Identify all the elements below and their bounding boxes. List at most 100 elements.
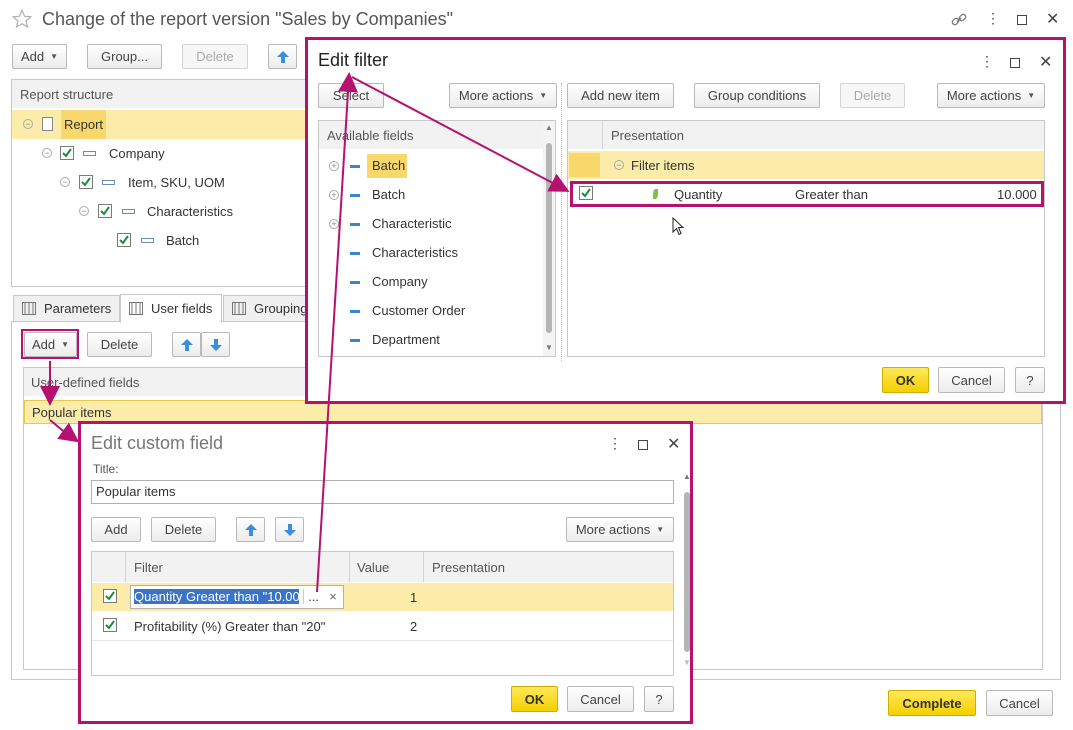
- tab-parameters[interactable]: Parameters: [13, 295, 120, 322]
- value-column-header: Value: [357, 560, 390, 575]
- custom-delete-button[interactable]: Delete: [151, 517, 216, 542]
- filter-ok-button[interactable]: OK: [882, 367, 929, 393]
- expand-icon[interactable]: +: [329, 190, 339, 200]
- collapse-icon[interactable]: −: [79, 206, 89, 216]
- row-divider: [92, 640, 673, 641]
- tree-label-company: Company: [109, 146, 165, 161]
- custom-filter-value: 1: [410, 590, 418, 605]
- title-input-value: Popular items: [96, 484, 176, 499]
- scroll-thumb[interactable]: [546, 143, 552, 333]
- collapse-icon[interactable]: −: [614, 160, 624, 170]
- close-icon[interactable]: ✕: [1046, 9, 1059, 29]
- dropdown-caret-icon: ▼: [656, 525, 665, 534]
- select-button[interactable]: Select: [318, 83, 384, 108]
- splitter[interactable]: [561, 83, 562, 361]
- tab-user-fields-label: User fields: [151, 301, 213, 316]
- group-conditions-button[interactable]: Group conditions: [694, 83, 820, 108]
- delete-button[interactable]: Delete: [182, 44, 248, 69]
- arrow-up-icon: [244, 523, 257, 536]
- more-actions-left-button[interactable]: More actions ▼: [449, 83, 557, 108]
- field-icon: [350, 194, 360, 197]
- available-field[interactable]: Batch: [372, 187, 405, 202]
- custom-more-actions-button[interactable]: More actions ▼: [566, 517, 674, 542]
- maximize-icon[interactable]: [1010, 58, 1020, 68]
- tree-row-report[interactable]: [12, 110, 310, 139]
- tab-user-fields[interactable]: User fields: [120, 294, 222, 323]
- custom-filters-table: Filter Value Presentation Quantity Great…: [91, 551, 674, 676]
- scrollbar[interactable]: ▲ ▼: [543, 121, 555, 356]
- dialog-scrollbar[interactable]: ▲ ▼: [682, 472, 692, 672]
- custom-filter-value: 2: [410, 619, 418, 634]
- custom-filter-text[interactable]: Profitability (%) Greater than "20": [134, 619, 325, 634]
- main-cancel-button[interactable]: Cancel: [986, 690, 1053, 716]
- filter-edit-input[interactable]: Quantity Greater than "10.00 ... ×: [130, 585, 344, 609]
- add-button[interactable]: Add ▼: [12, 44, 67, 69]
- complete-button[interactable]: Complete: [888, 690, 976, 716]
- filter-row-checkbox[interactable]: [579, 186, 593, 200]
- custom-add-button[interactable]: Add: [91, 517, 141, 542]
- favorite-star-icon[interactable]: [11, 9, 33, 29]
- more-menu-icon[interactable]: ⋮: [980, 53, 994, 70]
- column-divider: [125, 552, 126, 582]
- group-button[interactable]: Group...: [87, 44, 162, 69]
- column-divider: [423, 552, 424, 582]
- collapse-icon[interactable]: −: [23, 119, 33, 129]
- more-menu-icon[interactable]: ⋮: [608, 435, 622, 452]
- filter-column-header: Filter: [134, 560, 163, 575]
- collapse-icon[interactable]: −: [60, 177, 70, 187]
- move-up-button[interactable]: [268, 44, 297, 69]
- more-actions-right-button[interactable]: More actions ▼: [937, 83, 1045, 108]
- scroll-up-icon[interactable]: ▲: [683, 472, 691, 481]
- expand-icon[interactable]: +: [329, 161, 339, 171]
- title-input[interactable]: Popular items: [91, 480, 674, 504]
- title-field-label: Title:: [93, 462, 119, 476]
- available-fields-header: Available fields: [319, 121, 543, 149]
- maximize-icon[interactable]: [1017, 15, 1027, 25]
- filter-help-button[interactable]: ?: [1015, 367, 1045, 393]
- close-icon[interactable]: ✕: [667, 434, 680, 454]
- parameters-icon: [22, 302, 36, 315]
- characteristics-checkbox[interactable]: [98, 204, 112, 218]
- tree-label-item: Item, SKU, UOM: [128, 175, 225, 190]
- available-field[interactable]: Characteristic: [372, 216, 451, 231]
- scroll-up-icon[interactable]: ▲: [545, 123, 553, 132]
- available-field[interactable]: Customer Order: [372, 303, 465, 318]
- filter-items-table: Presentation − Filter items Quantity Gre…: [567, 120, 1045, 357]
- available-field[interactable]: Department: [372, 332, 440, 347]
- item-checkbox[interactable]: [79, 175, 93, 189]
- clear-button[interactable]: ×: [324, 589, 342, 604]
- available-field[interactable]: Batch: [372, 158, 405, 173]
- custom-help-button[interactable]: ?: [644, 686, 674, 712]
- field-icon: [350, 310, 360, 313]
- available-field[interactable]: Company: [372, 274, 428, 289]
- arrow-down-icon: [283, 523, 296, 536]
- filter-delete-button[interactable]: Delete: [840, 83, 905, 108]
- expand-icon[interactable]: +: [329, 219, 339, 229]
- custom-ok-button[interactable]: OK: [511, 686, 558, 712]
- choice-button[interactable]: ...: [303, 589, 323, 604]
- scroll-thumb[interactable]: [684, 492, 690, 652]
- more-actions-label: More actions: [575, 522, 651, 537]
- available-field[interactable]: Characteristics: [372, 245, 458, 260]
- maximize-icon[interactable]: [638, 440, 648, 450]
- tab-grouping[interactable]: Grouping: [223, 295, 311, 322]
- close-icon[interactable]: ✕: [1039, 52, 1052, 72]
- link-icon[interactable]: [950, 11, 968, 32]
- dropdown-caret-icon: ▼: [1027, 91, 1036, 100]
- collapse-icon[interactable]: −: [42, 148, 52, 158]
- scroll-down-icon[interactable]: ▼: [683, 658, 691, 667]
- user-fields-icon: [129, 302, 143, 315]
- custom-down-button[interactable]: [275, 517, 304, 542]
- custom-cancel-button[interactable]: Cancel: [567, 686, 634, 712]
- more-menu-icon[interactable]: ⋮: [986, 10, 1000, 27]
- edit-custom-field-dialog: Edit custom field ⋮ ✕ Title: Popular ite…: [78, 421, 693, 724]
- custom-up-button[interactable]: [236, 517, 265, 542]
- custom-filter-row-checkbox[interactable]: [103, 618, 117, 632]
- custom-filter-row-checkbox[interactable]: [103, 589, 117, 603]
- scroll-down-icon[interactable]: ▼: [545, 343, 553, 352]
- column-divider: [349, 552, 350, 582]
- add-new-item-button[interactable]: Add new item: [567, 83, 674, 108]
- batch-checkbox[interactable]: [117, 233, 131, 247]
- company-checkbox[interactable]: [60, 146, 74, 160]
- filter-cancel-button[interactable]: Cancel: [938, 367, 1005, 393]
